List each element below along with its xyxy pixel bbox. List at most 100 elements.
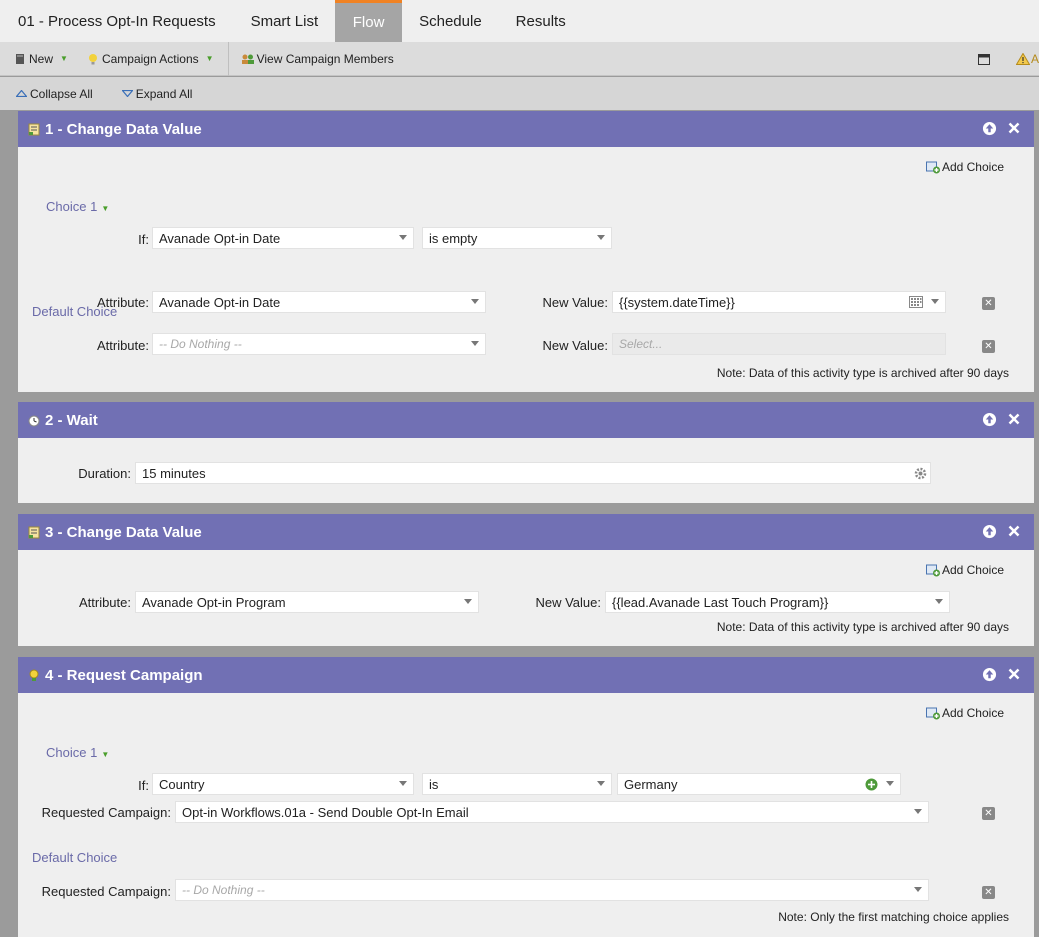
default-new-value-input[interactable]: Select... (612, 333, 946, 355)
if-operator-select[interactable]: is empty (422, 227, 612, 249)
if-attribute-select[interactable]: Country (152, 773, 414, 795)
choice-1-toggle[interactable]: Choice 1 ▼ (46, 745, 109, 760)
new-value-label: New Value: (542, 295, 608, 310)
clock-icon (28, 415, 40, 426)
duration-input[interactable]: 15 minutes (135, 462, 931, 484)
campaign-actions-button[interactable]: Campaign Actions ▼ (68, 42, 214, 75)
new-value-input[interactable]: {{system.dateTime}} (612, 291, 946, 313)
step-1-title: 1 - Change Data Value (45, 120, 202, 138)
add-choice-button[interactable]: Add Choice (925, 706, 1004, 720)
if-operator-select[interactable]: is (422, 773, 612, 795)
tab-schedule[interactable]: Schedule (402, 0, 499, 42)
step-3-title: 3 - Change Data Value (45, 523, 202, 541)
delete-choice-icon[interactable]: ✕ (982, 297, 995, 310)
add-value-icon[interactable] (865, 778, 878, 791)
warning-icon[interactable]: A (1015, 52, 1039, 66)
step-4-header[interactable]: 4 - Request Campaign (18, 657, 1034, 693)
first-match-note: Note: Only the first matching choice app… (778, 910, 1009, 924)
if-attribute-select[interactable]: Avanade Opt-in Date (152, 227, 414, 249)
flow-step-3: 3 - Change Data Value Add Choice Attribu… (18, 514, 1034, 646)
add-choice-label: Add Choice (941, 706, 1004, 720)
move-up-icon[interactable] (981, 411, 997, 427)
delete-choice-icon[interactable]: ✕ (982, 807, 995, 820)
attribute-label: Attribute: (78, 595, 131, 610)
flow-step-1: 1 - Change Data Value Add Choice Choice … (18, 111, 1034, 392)
close-icon[interactable] (1006, 120, 1022, 136)
add-choice-button[interactable]: Add Choice (925, 160, 1004, 174)
step-2-header[interactable]: 2 - Wait (18, 402, 1034, 438)
delete-default-icon[interactable]: ✕ (982, 340, 995, 353)
requested-campaign-label: Requested Campaign: (41, 805, 171, 820)
tab-bar: 01 - Process Opt-In Requests Smart List … (0, 0, 1039, 42)
move-up-icon[interactable] (981, 120, 997, 136)
change-data-icon (28, 526, 40, 538)
flow-step-2: 2 - Wait Duration: 15 minutes (18, 402, 1034, 503)
move-up-icon[interactable] (981, 523, 997, 539)
choice-1-toggle[interactable]: Choice 1 ▼ (46, 199, 109, 214)
gear-icon[interactable] (914, 467, 927, 480)
close-icon[interactable] (1006, 666, 1022, 682)
change-data-icon (28, 123, 40, 135)
new-value-label: New Value: (535, 595, 601, 610)
calendar-icon[interactable] (909, 296, 923, 308)
collapse-all-label: Collapse All (30, 86, 93, 101)
campaign-actions-label: Campaign Actions (101, 51, 199, 66)
lightbulb-icon (88, 53, 97, 64)
new-label: New (29, 51, 54, 66)
tab-campaign-name[interactable]: 01 - Process Opt-In Requests (0, 0, 234, 42)
collapse-all-button[interactable]: Collapse All (16, 87, 93, 101)
if-label: If: (138, 778, 149, 793)
step-2-title: 2 - Wait (45, 411, 98, 429)
if-label: If: (138, 232, 149, 247)
new-button[interactable]: New ▼ (0, 42, 68, 75)
add-choice-label: Add Choice (941, 563, 1004, 577)
campaign-actions-dropdown-icon: ▼ (205, 54, 214, 63)
collapse-bar: Collapse All Expand All (0, 77, 1039, 110)
choice-dropdown-icon: ▼ (101, 204, 110, 213)
choice-dropdown-icon: ▼ (101, 750, 110, 759)
add-choice-icon (925, 564, 940, 576)
request-campaign-icon (29, 669, 39, 681)
view-campaign-members-label: View Campaign Members (256, 51, 394, 66)
window-icon[interactable] (977, 53, 990, 65)
add-choice-button[interactable]: Add Choice (925, 563, 1004, 577)
view-campaign-members-button[interactable]: View Campaign Members (229, 42, 394, 75)
members-icon (241, 54, 254, 64)
step-4-title: 4 - Request Campaign (45, 666, 203, 684)
choice-label: Choice 1 (46, 199, 98, 214)
add-choice-icon (925, 161, 940, 173)
default-attribute-select[interactable]: -- Do Nothing -- (152, 333, 486, 355)
add-choice-label: Add Choice (941, 160, 1004, 174)
default-choice-heading: Default Choice (32, 850, 118, 865)
archive-note: Note: Data of this activity type is arch… (716, 366, 1009, 380)
attribute-select[interactable]: Avanade Opt-in Program (135, 591, 479, 613)
close-icon[interactable] (1006, 411, 1022, 427)
tab-results[interactable]: Results (499, 0, 583, 42)
close-icon[interactable] (1006, 523, 1022, 539)
requested-campaign-select[interactable]: Opt-in Workflows.01a - Send Double Opt-I… (175, 801, 929, 823)
default-new-value-label: New Value: (542, 338, 608, 353)
duration-label: Duration: (78, 466, 131, 481)
new-dropdown-icon: ▼ (60, 54, 68, 63)
new-value-select[interactable]: {{lead.Avanade Last Touch Program}} (605, 591, 950, 613)
tab-flow[interactable]: Flow (335, 0, 403, 42)
attribute-select[interactable]: Avanade Opt-in Date (152, 291, 486, 313)
delete-default-icon[interactable]: ✕ (982, 886, 995, 899)
collapse-icon (16, 90, 27, 97)
toolbar-right: A (977, 42, 1039, 76)
default-choice-heading: Default Choice (32, 304, 118, 319)
step-1-header[interactable]: 1 - Change Data Value (18, 111, 1034, 147)
tab-smart-list[interactable]: Smart List (234, 0, 336, 42)
move-up-icon[interactable] (981, 666, 997, 682)
warning-label: A (1030, 52, 1039, 66)
new-icon (16, 53, 24, 64)
step-3-header[interactable]: 3 - Change Data Value (18, 514, 1034, 550)
expand-all-button[interactable]: Expand All (121, 87, 192, 101)
choice-label: Choice 1 (46, 745, 98, 760)
flow-step-4: 4 - Request Campaign Add Choice Choice 1… (18, 657, 1034, 937)
default-requested-campaign-select[interactable]: -- Do Nothing -- (175, 879, 929, 901)
expand-icon (121, 90, 133, 97)
add-choice-icon (925, 707, 940, 719)
default-requested-campaign-label: Requested Campaign: (41, 884, 171, 899)
if-value-select[interactable]: Germany (617, 773, 901, 795)
